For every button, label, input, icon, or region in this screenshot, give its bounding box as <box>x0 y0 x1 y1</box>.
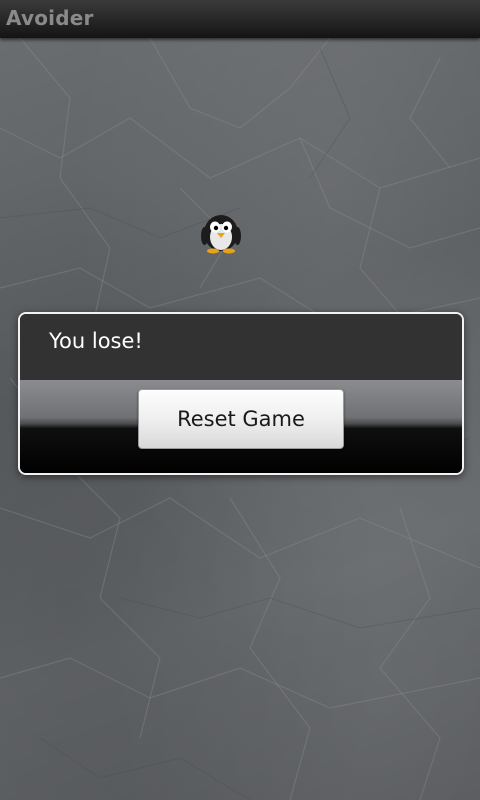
title-bar: Avoider <box>0 0 480 38</box>
dialog-message-area: You lose! <box>20 314 462 380</box>
dialog-button-bar: Reset Game <box>20 380 462 473</box>
reset-game-button[interactable]: Reset Game <box>138 389 344 449</box>
app-title: Avoider <box>6 6 94 30</box>
game-over-dialog: You lose! Reset Game <box>18 312 464 475</box>
penguin-icon <box>201 215 241 254</box>
dialog-message: You lose! <box>49 329 143 353</box>
